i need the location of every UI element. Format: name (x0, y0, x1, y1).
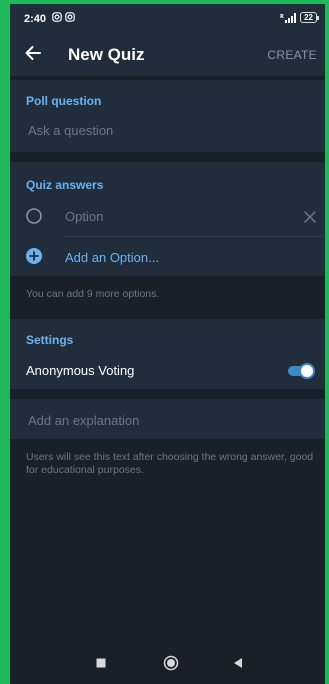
status-notification-icons (52, 12, 75, 22)
instagram-icon (52, 12, 62, 22)
signal-icon: R (280, 12, 297, 23)
page-title: New Quiz (68, 45, 145, 64)
arrow-left-icon[interactable] (22, 42, 44, 64)
toggle-knob (299, 363, 315, 379)
quiz-answers-title: Quiz answers (26, 178, 104, 192)
anonymous-voting-toggle[interactable] (287, 363, 315, 379)
create-button[interactable]: CREATE (267, 48, 317, 62)
battery-indicator: 22 (300, 12, 319, 23)
anonymous-voting-label: Anonymous Voting (26, 363, 135, 378)
toolbar: New Quiz CREATE (10, 32, 325, 76)
status-system-icons: R 22 (280, 12, 319, 23)
navigation-bar (10, 642, 325, 684)
status-time: 2:40 (24, 13, 47, 25)
radio-empty-icon[interactable] (25, 207, 43, 225)
svg-text:R: R (280, 14, 284, 20)
options-remaining-hint: You can add 9 more options. (26, 288, 160, 300)
option-divider (64, 236, 325, 237)
explanation-hint: Users will see this text after choosing … (26, 451, 314, 476)
triangle-back-icon[interactable] (232, 657, 244, 669)
app-header: 2:40 R 22 New Quiz CREATE (10, 4, 325, 76)
option-input[interactable]: Option (65, 209, 103, 224)
question-input[interactable]: Ask a question (28, 123, 113, 138)
add-option-button[interactable]: Add an Option... (65, 250, 159, 265)
quiz-answers-section: Quiz answers Option Add an Option... (10, 162, 325, 276)
square-icon[interactable] (95, 657, 107, 669)
poll-question-section: Poll question Ask a question (10, 80, 325, 152)
settings-section: Settings Anonymous Voting (10, 319, 325, 389)
explanation-input[interactable]: Add an explanation (28, 413, 139, 428)
phone-screen: 2:40 R 22 New Quiz CREATE Poll question … (10, 4, 325, 684)
settings-title: Settings (26, 333, 74, 347)
poll-question-title: Poll question (26, 94, 102, 108)
circle-icon[interactable] (163, 655, 179, 671)
explanation-section: Add an explanation (10, 399, 325, 439)
status-bar: 2:40 R 22 (10, 4, 325, 30)
close-icon[interactable] (303, 210, 317, 224)
plus-circle-icon[interactable] (25, 247, 43, 265)
instagram-icon (65, 12, 75, 22)
